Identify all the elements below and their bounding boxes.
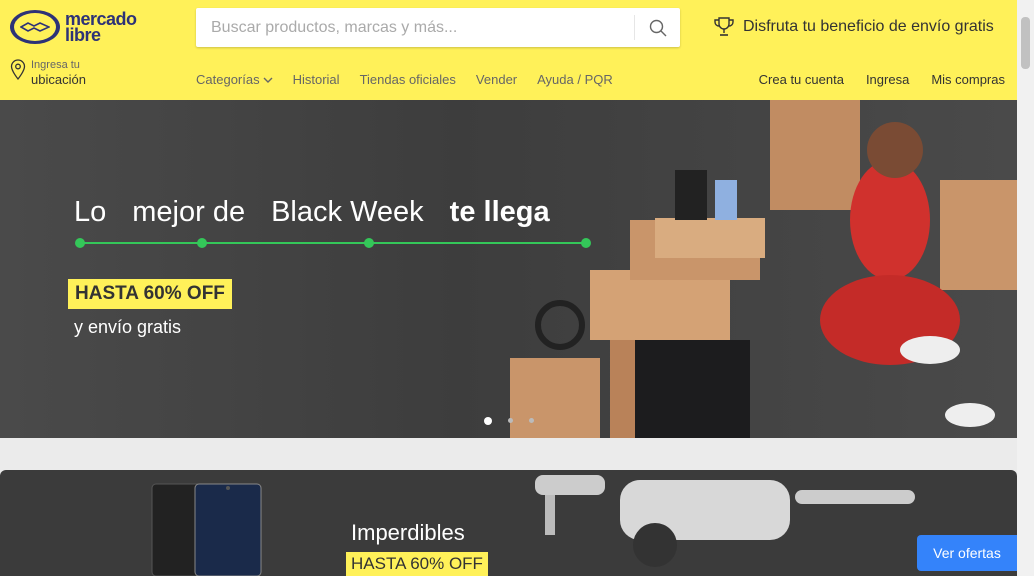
- hero-step-dot: [75, 238, 85, 248]
- location-selector[interactable]: Ingresa tu ubicación: [10, 59, 86, 88]
- deals-discount-badge: HASTA 60% OFF: [346, 552, 488, 576]
- search-button[interactable]: [634, 15, 680, 40]
- handshake-logo-icon: [10, 10, 60, 44]
- header: mercado libre Disfruta tu beneficio de e…: [0, 0, 1017, 100]
- trophy-icon: [714, 17, 734, 36]
- chevron-down-icon: [263, 77, 273, 83]
- location-pin-icon: [10, 59, 26, 81]
- free-shipping-promo[interactable]: Disfruta tu beneficio de envío gratis: [713, 16, 994, 38]
- main-nav: Categorías Historial Tiendas oficiales V…: [196, 72, 633, 87]
- logo-text: mercado libre: [65, 10, 137, 45]
- hero-step-dot: [197, 238, 207, 248]
- carousel-dot[interactable]: [529, 418, 534, 423]
- nav-categorias[interactable]: Categorías: [196, 72, 273, 87]
- carousel-dot[interactable]: [484, 417, 492, 425]
- create-account-link[interactable]: Crea tu cuenta: [759, 72, 844, 87]
- search-input[interactable]: [196, 8, 631, 47]
- hero-step-dot: [364, 238, 374, 248]
- deals-banner[interactable]: Imperdibles HASTA 60% OFF: [0, 470, 1017, 576]
- location-value: ubicación: [31, 72, 86, 87]
- nav-vender[interactable]: Vender: [476, 72, 517, 87]
- page-scrollbar[interactable]: [1017, 0, 1034, 576]
- account-nav: Crea tu cuenta Ingresa Mis compras: [737, 72, 1005, 87]
- nav-label: Categorías: [196, 72, 260, 87]
- hero-word: mejor de: [132, 196, 246, 228]
- search-box: [196, 8, 680, 47]
- drone-illustration: [535, 475, 915, 567]
- nav-historial[interactable]: Historial: [293, 72, 340, 87]
- location-label: Ingresa tu: [31, 59, 80, 71]
- deals-title: Imperdibles: [351, 520, 465, 545]
- hero-discount-badge: HASTA 60% OFF: [68, 279, 232, 309]
- carousel-dot[interactable]: [508, 418, 513, 423]
- logo-line2: libre: [65, 25, 101, 45]
- promo-text: Disfruta tu beneficio de envío gratis: [743, 18, 994, 35]
- mercadolibre-logo[interactable]: mercado libre: [10, 10, 137, 44]
- scrollbar-thumb[interactable]: [1021, 17, 1030, 69]
- hero-word: Black Week: [271, 196, 424, 228]
- hero-banner[interactable]: Lo mejor de Black Week te llega HASTA 60% O…: [0, 100, 1017, 438]
- phone-illustration: [151, 483, 262, 576]
- hero-subtitle: y envío gratis: [74, 317, 182, 337]
- search-icon: [649, 19, 666, 36]
- view-offers-button[interactable]: Ver ofertas: [917, 535, 1017, 571]
- nav-ayuda[interactable]: Ayuda / PQR: [537, 72, 613, 87]
- my-purchases-link[interactable]: Mis compras: [931, 72, 1005, 87]
- hero-product-illustration: [510, 100, 1017, 438]
- login-link[interactable]: Ingresa: [866, 72, 909, 87]
- carousel-dots: [484, 417, 550, 425]
- hero-word: Lo: [74, 196, 107, 228]
- nav-tiendas-oficiales[interactable]: Tiendas oficiales: [360, 72, 456, 87]
